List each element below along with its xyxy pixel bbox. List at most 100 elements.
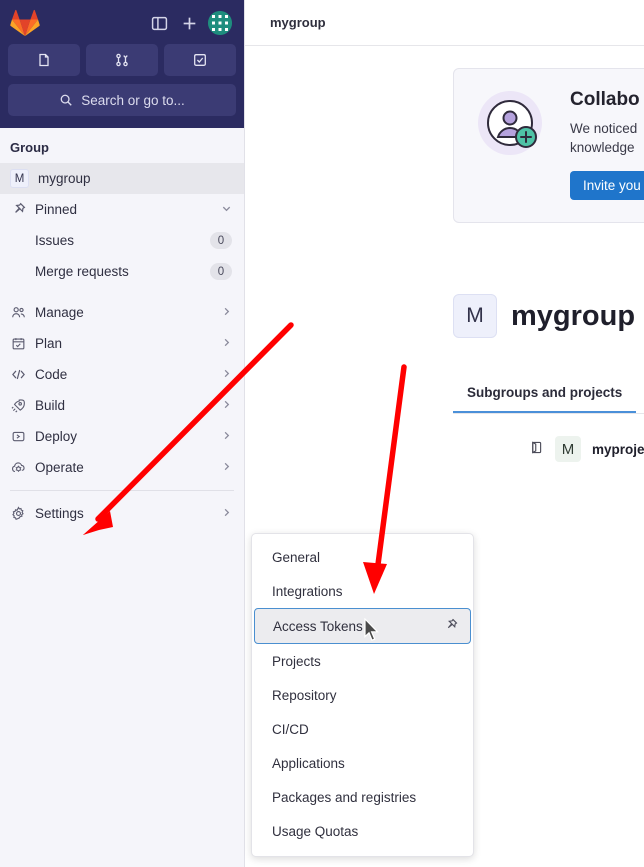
banner-text-line2: knowledge: [570, 140, 635, 156]
banner-body: Collabo We noticed knowledge Invite you: [570, 89, 644, 201]
sidebar-panel-icon[interactable]: [144, 9, 174, 37]
menu-item-label: Packages and registries: [272, 789, 417, 805]
group-avatar: M: [10, 169, 29, 188]
issues-count-badge: 0: [210, 232, 232, 249]
users-icon: [10, 305, 26, 321]
invite-your-team-button[interactable]: Invite you: [570, 171, 644, 201]
menu-item-label: Repository: [272, 687, 337, 703]
banner-text: We noticed knowledge: [570, 119, 644, 157]
code-brackets-icon: [10, 367, 26, 383]
avatar[interactable]: [204, 9, 234, 37]
sidebar-item-label: Pinned: [35, 202, 78, 217]
gitlab-fox-logo[interactable]: [10, 9, 40, 37]
sidebar-item-label: mygroup: [38, 171, 91, 186]
banner-text-line1: We noticed: [570, 121, 638, 136]
menu-item-integrations[interactable]: Integrations: [252, 574, 473, 608]
sidebar-item-label: Settings: [35, 506, 84, 521]
menu-item-label: Applications: [272, 755, 345, 771]
sidebar-quick-actions: [8, 44, 236, 76]
sidebar-item-label: Code: [35, 367, 68, 382]
sidebar-item-deploy[interactable]: Deploy: [0, 421, 244, 452]
breadcrumb[interactable]: mygroup: [245, 0, 644, 46]
chevron-right-icon: [221, 430, 232, 444]
sidebar-item-build[interactable]: Build: [0, 390, 244, 421]
issues-icon[interactable]: [8, 44, 80, 76]
menu-item-applications[interactable]: Applications: [252, 746, 473, 780]
sidebar-header-row: [8, 6, 236, 40]
mouse-pointer-cursor: [364, 617, 381, 647]
gear-icon: [10, 506, 26, 522]
menu-item-label: CI/CD: [272, 721, 309, 737]
chevron-right-icon: [221, 507, 232, 521]
todo-checkbox-icon[interactable]: [164, 44, 236, 76]
project-avatar: M: [555, 436, 581, 462]
sidebar-item-settings[interactable]: Settings: [0, 498, 244, 529]
project-name: myproject: [592, 441, 644, 457]
menu-item-label: Access Tokens: [273, 618, 363, 634]
chevron-right-icon: [221, 399, 232, 413]
invite-member-illustration: [476, 89, 550, 163]
page-title: mygroup: [511, 299, 636, 332]
cloud-gear-icon: [10, 460, 26, 476]
rocket-icon: [10, 398, 26, 414]
chevron-down-icon: [221, 203, 232, 217]
sidebar-item-merge-requests[interactable]: Merge requests 0: [0, 256, 244, 287]
plus-icon[interactable]: [174, 9, 204, 37]
pin-icon: [10, 202, 26, 218]
gitlab-group-page: Search or go to... Group M mygroup Pinne…: [0, 0, 644, 867]
chevron-right-icon: [221, 306, 232, 320]
tabs: Subgroups and projects: [453, 379, 644, 414]
sidebar-item-label: Manage: [35, 305, 84, 320]
menu-item-usage-quotas[interactable]: Usage Quotas: [252, 814, 473, 848]
search-icon: [60, 94, 72, 106]
sidebar-item-label: Deploy: [35, 429, 78, 444]
sidebar-item-mygroup[interactable]: M mygroup: [0, 163, 244, 194]
banner-title: Collabo: [570, 89, 640, 110]
menu-item-label: Projects: [272, 653, 321, 669]
sidebar-item-label: Merge requests: [35, 264, 129, 279]
merge-request-icon[interactable]: [86, 44, 158, 76]
sidebar: Search or go to... Group M mygroup Pinne…: [0, 0, 245, 867]
invite-members-banner: Collabo We noticed knowledge Invite you: [453, 68, 644, 224]
group-header: M mygroup: [453, 294, 644, 338]
menu-item-label: General: [272, 549, 321, 565]
menu-item-general[interactable]: General: [252, 540, 473, 574]
menu-item-projects[interactable]: Projects: [252, 644, 473, 678]
menu-item-label: Usage Quotas: [272, 823, 359, 839]
sidebar-item-label: Issues: [35, 233, 75, 248]
sidebar-item-code[interactable]: Code: [0, 359, 244, 390]
group-avatar: M: [453, 294, 497, 338]
calendar-icon: [10, 336, 26, 352]
sidebar-divider: [10, 490, 234, 491]
chevron-right-icon: [221, 461, 232, 475]
list-item[interactable]: M myproject: [453, 428, 644, 470]
merge-requests-count-badge: 0: [210, 263, 232, 280]
search-input[interactable]: Search or go to...: [8, 84, 236, 116]
menu-item-access-tokens[interactable]: Access Tokens: [254, 608, 471, 644]
sidebar-item-label: Build: [35, 398, 66, 413]
search-placeholder: Search or go to...: [81, 92, 185, 108]
nav-gap: [0, 287, 244, 297]
tab-subgroups-and-projects[interactable]: Subgroups and projects: [453, 379, 637, 413]
deploy-box-icon: [10, 429, 26, 445]
sidebar-item-operate[interactable]: Operate: [0, 452, 244, 483]
sidebar-item-plan[interactable]: Plan: [0, 328, 244, 359]
sidebar-item-manage[interactable]: Manage: [0, 297, 244, 328]
project-bookmark-icon: [529, 440, 544, 458]
menu-item-packages-and-registries[interactable]: Packages and registries: [252, 780, 473, 814]
breadcrumb-label: mygroup: [270, 15, 326, 30]
sidebar-item-pinned[interactable]: Pinned: [0, 194, 244, 225]
sidebar-nav: Group M mygroup Pinned Issues 0 Merge re…: [0, 128, 244, 529]
sidebar-item-issues[interactable]: Issues 0: [0, 225, 244, 256]
sidebar-item-label: Operate: [35, 460, 84, 475]
tab-label: Subgroups and projects: [467, 385, 623, 400]
menu-item-label: Integrations: [272, 583, 343, 599]
menu-item-cicd[interactable]: CI/CD: [252, 712, 473, 746]
menu-item-repository[interactable]: Repository: [252, 678, 473, 712]
settings-flyout-menu: General Integrations Access Tokens Proje…: [251, 533, 474, 857]
sidebar-item-label: Plan: [35, 336, 63, 351]
pin-icon[interactable]: [444, 618, 458, 635]
sidebar-header: Search or go to...: [0, 0, 244, 128]
chevron-right-icon: [221, 368, 232, 382]
chevron-right-icon: [221, 337, 232, 351]
